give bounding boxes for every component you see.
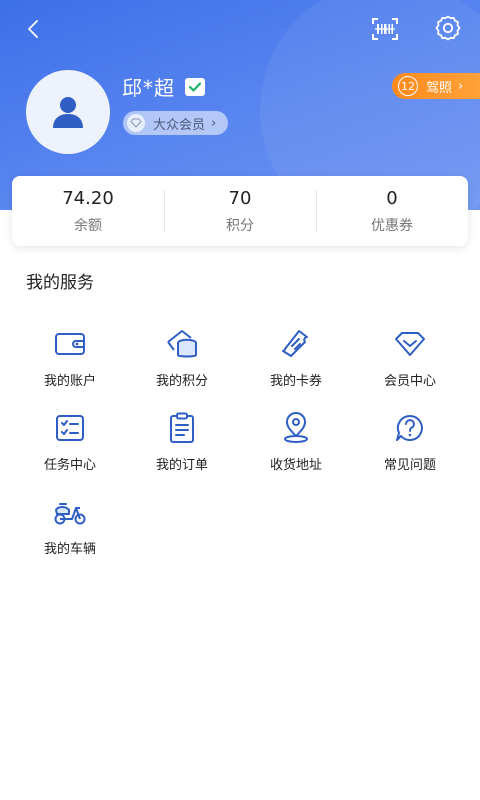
section-title: 我的服务 [26, 273, 94, 293]
diamond-icon [392, 326, 428, 362]
service-my-points[interactable]: 我的积分 [122, 326, 242, 396]
service-label: 我的卡券 [269, 374, 322, 389]
stat-coupons[interactable]: 0 优惠券 [316, 176, 468, 246]
member-level-badge[interactable]: 大众会员 › [123, 111, 229, 135]
service-label: 我的积分 [155, 374, 208, 389]
order-icon [164, 410, 200, 446]
wallet-icon [52, 326, 88, 362]
chevron-right-icon: › [458, 78, 464, 94]
ticket-icon [278, 326, 314, 362]
user-icon [53, 97, 83, 128]
gear-icon [435, 15, 461, 41]
stat-value: 74.20 [62, 187, 114, 209]
service-my-vehicles[interactable]: 我的车辆 [10, 494, 130, 564]
settings-button[interactable] [430, 10, 466, 46]
service-my-orders[interactable]: 我的订单 [122, 410, 242, 480]
scooter-icon [52, 494, 88, 530]
service-label: 任务中心 [43, 458, 96, 473]
stat-points[interactable]: 70 积分 [164, 176, 316, 246]
scan-icon [372, 18, 398, 40]
service-faq[interactable]: 常见问题 [350, 410, 470, 480]
service-my-coupons[interactable]: 我的卡券 [236, 326, 356, 396]
stat-balance[interactable]: 74.20 余额 [12, 176, 164, 246]
service-shipping-address[interactable]: 收货地址 [236, 410, 356, 480]
location-icon [278, 410, 314, 446]
stat-label: 余额 [74, 217, 102, 234]
account-stats-card: 74.20 余额 70 积分 0 优惠券 [12, 176, 468, 246]
license-count: 12 [398, 76, 418, 96]
coins-icon [164, 326, 200, 362]
service-label: 我的订单 [155, 458, 208, 473]
diamond-icon [127, 114, 145, 132]
member-level-label: 大众会员 [153, 117, 206, 133]
service-label: 会员中心 [383, 374, 436, 389]
scan-button[interactable] [368, 12, 402, 46]
service-member-center[interactable]: 会员中心 [350, 326, 470, 396]
service-label: 收货地址 [269, 458, 322, 473]
service-label: 常见问题 [383, 458, 436, 473]
avatar[interactable] [26, 70, 110, 154]
service-label: 我的车辆 [43, 542, 96, 557]
service-my-account[interactable]: 我的账户 [10, 326, 130, 396]
chevron-right-icon: › [211, 115, 217, 131]
task-list-icon [52, 410, 88, 446]
stat-label: 积分 [226, 217, 254, 234]
username: 邱*超 [122, 72, 205, 101]
license-label: 驾照 [426, 80, 453, 96]
stat-label: 优惠券 [371, 217, 413, 234]
chevron-left-icon [28, 20, 38, 38]
back-button[interactable] [18, 14, 48, 44]
username-text: 邱*超 [122, 76, 175, 100]
stat-value: 70 [228, 187, 252, 209]
verified-icon [185, 77, 205, 96]
service-task-center[interactable]: 任务中心 [10, 410, 130, 480]
question-icon [392, 410, 428, 446]
driver-license-tag[interactable]: 12 驾照 › [392, 73, 480, 99]
stat-value: 0 [386, 187, 398, 209]
service-label: 我的账户 [43, 374, 96, 389]
